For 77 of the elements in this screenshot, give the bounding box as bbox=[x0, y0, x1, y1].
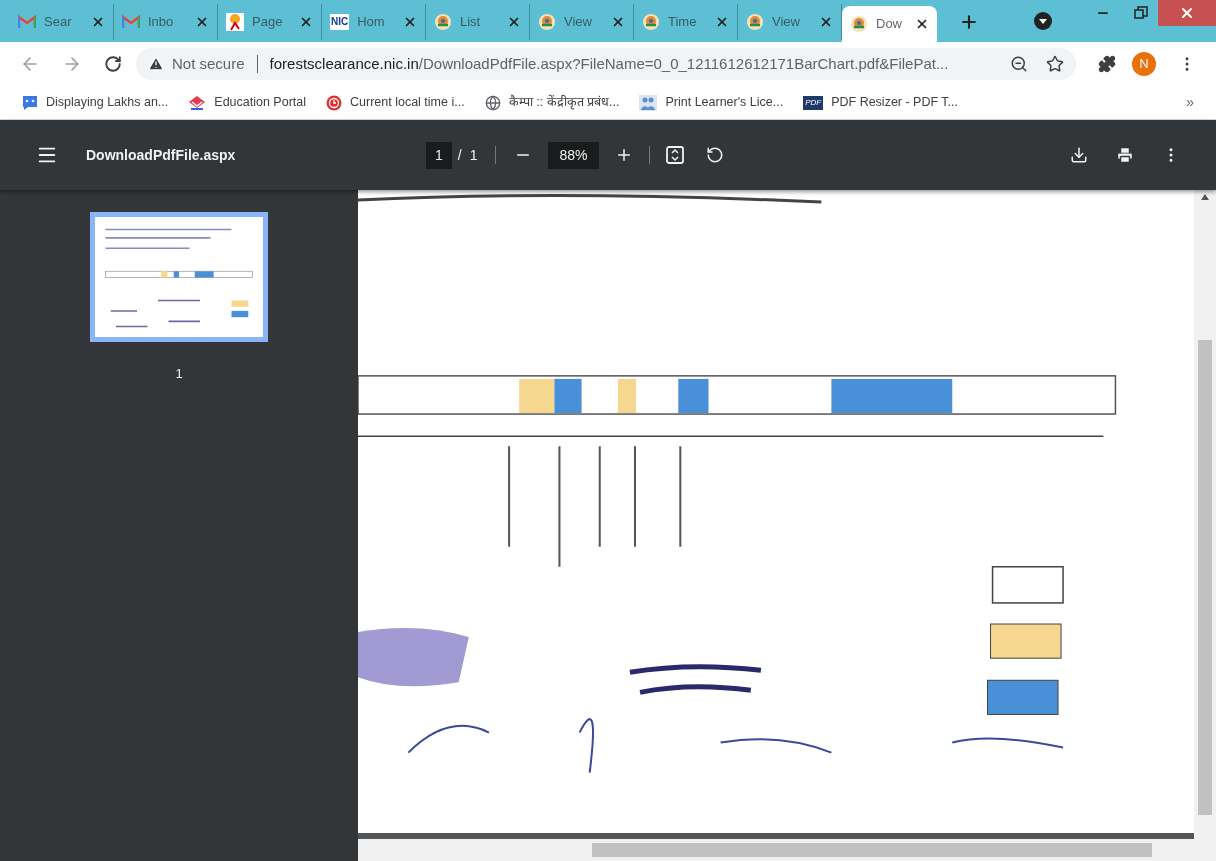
close-icon[interactable] bbox=[403, 15, 417, 29]
bookmark-item[interactable]: कैम्पा :: केंद्रीकृत प्रबंध... bbox=[484, 93, 620, 112]
print-icon[interactable] bbox=[1116, 146, 1134, 164]
url-text: forestsclearance.nic.in/DownloadPdfFile.aspx?FileName=0_0_1211612612171BarChart.pdf&FilePat... bbox=[269, 53, 950, 74]
dropdown-icon[interactable] bbox=[1034, 12, 1052, 30]
mail-icon bbox=[122, 15, 140, 29]
nic-logo-icon: NIC bbox=[330, 14, 350, 30]
emblem-icon bbox=[538, 13, 556, 31]
scrollbar-thumb[interactable] bbox=[1198, 340, 1212, 815]
warning-icon bbox=[148, 56, 164, 72]
people-icon bbox=[639, 94, 658, 111]
address-field[interactable]: Not secure forestsclearance.nic.in/DownloadPdfFile.aspx?FileName=0_0_1211612612171BarChart.pdf&FilePat... bbox=[136, 48, 1076, 80]
bookmark-item[interactable]: Current local time i... bbox=[326, 93, 465, 112]
tab-title: View bbox=[564, 13, 593, 32]
browser-tab[interactable]: Page bbox=[218, 4, 322, 40]
chat-icon bbox=[22, 94, 38, 111]
browser-tab[interactable]: Dow bbox=[842, 6, 937, 42]
reload-icon[interactable] bbox=[104, 55, 122, 73]
emblem-icon bbox=[434, 13, 452, 31]
document-title: DownloadPdfFile.aspx bbox=[86, 145, 237, 165]
emblem-icon bbox=[642, 13, 660, 31]
fit-page-icon[interactable] bbox=[665, 146, 684, 164]
more-bookmarks-button[interactable]: » bbox=[1186, 92, 1194, 113]
browser-tab[interactable]: List bbox=[426, 4, 530, 40]
close-icon[interactable] bbox=[507, 15, 521, 29]
close-icon[interactable] bbox=[299, 15, 313, 29]
close-icon[interactable] bbox=[715, 15, 729, 29]
extensions-icon[interactable] bbox=[1098, 55, 1116, 73]
plus-icon bbox=[959, 12, 979, 32]
download-icon[interactable] bbox=[1070, 146, 1088, 164]
security-label[interactable]: Not secure bbox=[172, 52, 245, 76]
tab-title: Dow bbox=[876, 15, 903, 34]
runner-icon bbox=[226, 13, 244, 31]
browser-tab[interactable]: Sear bbox=[10, 4, 114, 40]
zoom-icon[interactable] bbox=[1010, 55, 1028, 73]
close-icon[interactable] bbox=[819, 15, 833, 29]
clock-icon bbox=[326, 94, 343, 111]
browser-tab[interactable]: NIC Hom bbox=[322, 4, 426, 40]
page-separator: / bbox=[457, 145, 462, 165]
globe-icon bbox=[484, 94, 501, 111]
scroll-up-icon[interactable] bbox=[1201, 194, 1209, 200]
close-window-button[interactable] bbox=[1158, 0, 1216, 26]
mail-icon bbox=[18, 15, 36, 29]
rotate-icon[interactable] bbox=[705, 146, 724, 164]
bookmark-item[interactable]: Print Learner's Lice... bbox=[639, 93, 784, 112]
browser-tab[interactable]: View bbox=[738, 4, 842, 40]
emblem-icon bbox=[746, 13, 764, 31]
bookmark-item[interactable]: PDF PDF Resizer - PDF T... bbox=[803, 93, 959, 112]
browser-tab[interactable]: View bbox=[530, 4, 634, 40]
page-count: 1 bbox=[469, 145, 478, 165]
close-icon[interactable] bbox=[195, 15, 209, 29]
restore-icon[interactable] bbox=[1134, 6, 1148, 20]
close-icon[interactable] bbox=[611, 15, 625, 29]
tab-title: Inbo bbox=[148, 13, 175, 32]
thumbnail-label: 1 bbox=[175, 365, 183, 383]
tab-title: Time bbox=[668, 13, 698, 32]
portal-icon bbox=[188, 94, 207, 111]
scrollbar-thumb[interactable] bbox=[592, 843, 1152, 857]
close-icon bbox=[1179, 5, 1195, 21]
bookmark-item[interactable]: Displaying Lakhs an... bbox=[22, 93, 169, 112]
tab-title: Page bbox=[252, 13, 284, 32]
close-icon[interactable] bbox=[91, 15, 105, 29]
tab-title: Sear bbox=[44, 13, 73, 32]
horizontal-scrollbar[interactable] bbox=[358, 839, 1216, 861]
tab-title: View bbox=[772, 13, 801, 32]
pdf-logo-icon: PDF bbox=[803, 95, 824, 110]
tab-title: Hom bbox=[357, 13, 386, 32]
bookmark-star-icon[interactable] bbox=[1046, 55, 1064, 73]
browser-tab[interactable]: Time bbox=[634, 4, 738, 40]
page-number-field[interactable]: 1 bbox=[426, 141, 452, 169]
close-icon[interactable] bbox=[915, 17, 929, 31]
vertical-scrollbar[interactable] bbox=[1194, 190, 1216, 839]
tab-title: List bbox=[460, 13, 482, 32]
zoom-field[interactable]: 88% bbox=[548, 141, 599, 169]
browser-tab[interactable]: Inbo bbox=[114, 4, 218, 40]
emblem-icon bbox=[850, 15, 868, 33]
bookmark-item[interactable]: Education Portal bbox=[188, 93, 307, 112]
